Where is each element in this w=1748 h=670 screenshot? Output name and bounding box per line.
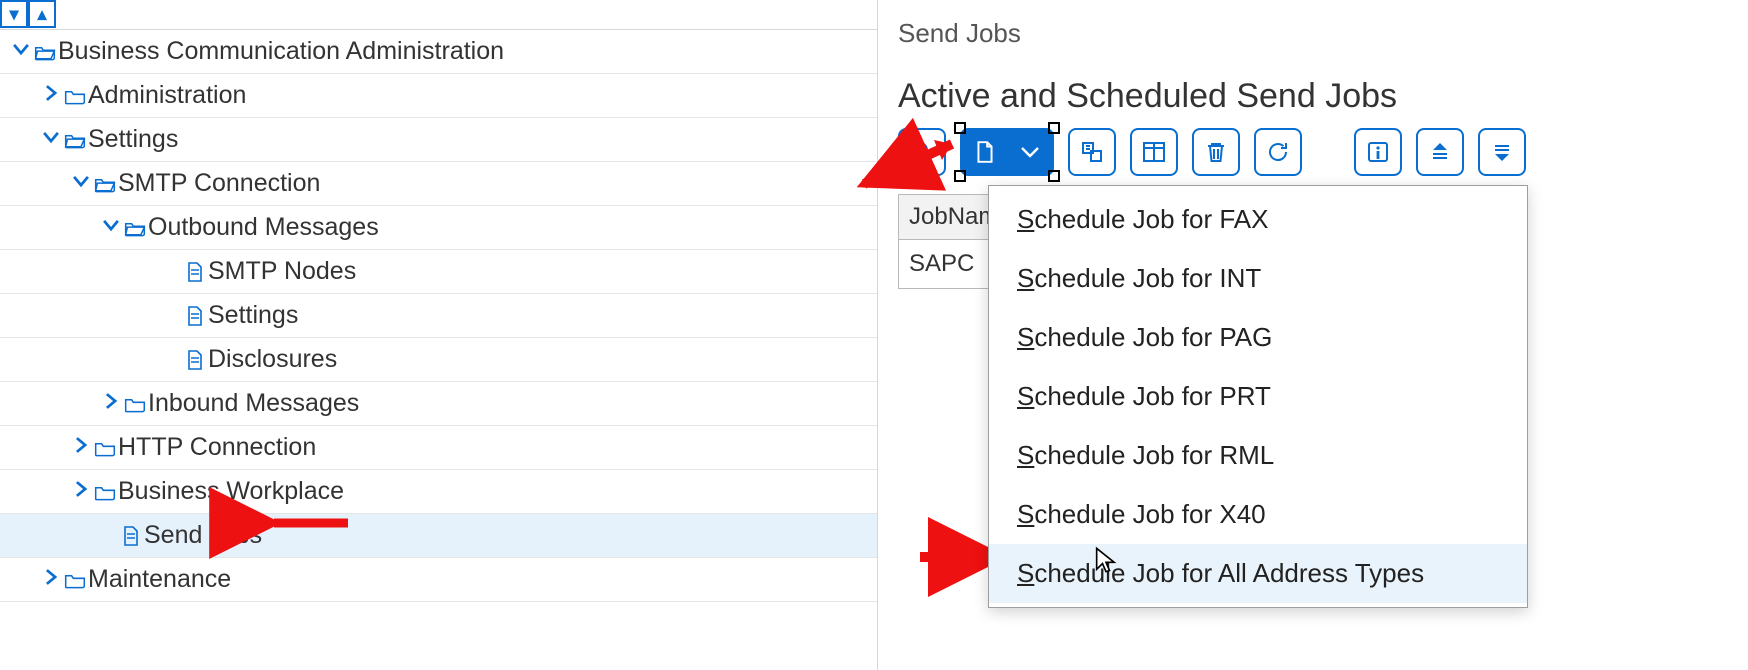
folder-icon bbox=[92, 439, 118, 457]
find-button[interactable] bbox=[898, 128, 946, 176]
folder-icon bbox=[122, 395, 148, 413]
tree-collapse-down-button[interactable]: ▾ bbox=[0, 0, 28, 28]
tree-item-label: Maintenance bbox=[88, 565, 231, 594]
chevron-right-icon[interactable] bbox=[100, 390, 122, 417]
sort-asc-button[interactable] bbox=[1416, 128, 1464, 176]
tree-item-label: Inbound Messages bbox=[148, 389, 359, 418]
menu-item-rml[interactable]: Schedule Job for RML bbox=[989, 426, 1527, 485]
tree-item-administration[interactable]: Administration bbox=[0, 74, 877, 118]
chevron-down-icon[interactable] bbox=[10, 38, 32, 65]
tree-item-label: Outbound Messages bbox=[148, 213, 379, 242]
tree-item-send-jobs[interactable]: · Send Jobs bbox=[0, 514, 877, 558]
delete-button[interactable] bbox=[1192, 128, 1240, 176]
chevron-down-icon[interactable] bbox=[70, 170, 92, 197]
page-title: Active and Scheduled Send Jobs bbox=[898, 77, 1748, 116]
menu-item-fax[interactable]: Schedule Job for FAX bbox=[989, 190, 1527, 249]
tree-item-label: Send Jobs bbox=[144, 521, 262, 550]
tree-item-business-workplace[interactable]: Business Workplace bbox=[0, 470, 877, 514]
document-icon bbox=[962, 140, 1008, 164]
document-icon bbox=[182, 349, 208, 371]
folder-open-icon bbox=[122, 219, 148, 237]
folder-icon bbox=[62, 87, 88, 105]
folder-open-icon bbox=[62, 131, 88, 149]
tree-item-label: SMTP Nodes bbox=[208, 257, 356, 286]
tree-collapse-up-button[interactable]: ▴ bbox=[28, 0, 56, 28]
tree-item-label: Business Communication Administration bbox=[58, 37, 504, 66]
chevron-right-icon[interactable] bbox=[40, 566, 62, 593]
tree-item-maintenance[interactable]: Maintenance bbox=[0, 558, 877, 602]
tree-item-business-comm-admin[interactable]: Business Communication Administration bbox=[0, 30, 877, 74]
tree-item-smtp-connection[interactable]: SMTP Connection bbox=[0, 162, 877, 206]
tree-item-http-connection[interactable]: HTTP Connection bbox=[0, 426, 877, 470]
menu-item-prt[interactable]: Schedule Job for PRT bbox=[989, 367, 1527, 426]
folder-icon bbox=[62, 571, 88, 589]
chevron-right-icon[interactable] bbox=[70, 478, 92, 505]
tree-item-label: Administration bbox=[88, 81, 246, 110]
menu-item-int[interactable]: Schedule Job for INT bbox=[989, 249, 1527, 308]
tree-item-inbound-messages[interactable]: Inbound Messages bbox=[0, 382, 877, 426]
folder-open-icon bbox=[92, 175, 118, 193]
chevron-down-icon[interactable] bbox=[100, 214, 122, 241]
menu-item-all-address-types[interactable]: Schedule Job for All Address Types bbox=[989, 544, 1527, 603]
folder-icon bbox=[92, 483, 118, 501]
tree-item-label: Business Workplace bbox=[118, 477, 344, 506]
toolbar bbox=[898, 128, 1748, 176]
menu-item-x40[interactable]: Schedule Job for X40 bbox=[989, 485, 1527, 544]
document-icon bbox=[182, 261, 208, 283]
create-job-dropdown[interactable] bbox=[960, 128, 1054, 176]
nav-tree: Business Communication Administration Ad… bbox=[0, 30, 877, 602]
job-details-button[interactable] bbox=[1068, 128, 1116, 176]
chevron-right-icon[interactable] bbox=[70, 434, 92, 461]
tree-item-smtp-nodes[interactable]: · SMTP Nodes bbox=[0, 250, 877, 294]
columns-button[interactable] bbox=[1130, 128, 1178, 176]
refresh-button[interactable] bbox=[1254, 128, 1302, 176]
tree-item-label: HTTP Connection bbox=[118, 433, 316, 462]
tree-item-label: Settings bbox=[88, 125, 178, 154]
chevron-down-icon[interactable] bbox=[40, 126, 62, 153]
breadcrumb: Send Jobs bbox=[898, 18, 1748, 49]
chevron-down-icon bbox=[1008, 145, 1052, 159]
schedule-job-menu: Schedule Job for FAX Schedule Job for IN… bbox=[988, 185, 1528, 608]
tree-item-outbound-messages[interactable]: Outbound Messages bbox=[0, 206, 877, 250]
folder-open-icon bbox=[32, 43, 58, 61]
tree-item-label: Disclosures bbox=[208, 345, 337, 374]
document-icon bbox=[118, 525, 144, 547]
tree-item-settings[interactable]: Settings bbox=[0, 118, 877, 162]
tree-toolbar: ▾▴ bbox=[0, 0, 877, 30]
sort-desc-button[interactable] bbox=[1478, 128, 1526, 176]
tree-item-label: Settings bbox=[208, 301, 298, 330]
chevron-right-icon[interactable] bbox=[40, 82, 62, 109]
tree-item-disclosures[interactable]: · Disclosures bbox=[0, 338, 877, 382]
menu-item-pag[interactable]: Schedule Job for PAG bbox=[989, 308, 1527, 367]
document-icon bbox=[182, 305, 208, 327]
tree-item-settings-leaf[interactable]: · Settings bbox=[0, 294, 877, 338]
tree-item-label: SMTP Connection bbox=[118, 169, 320, 198]
info-button[interactable] bbox=[1354, 128, 1402, 176]
